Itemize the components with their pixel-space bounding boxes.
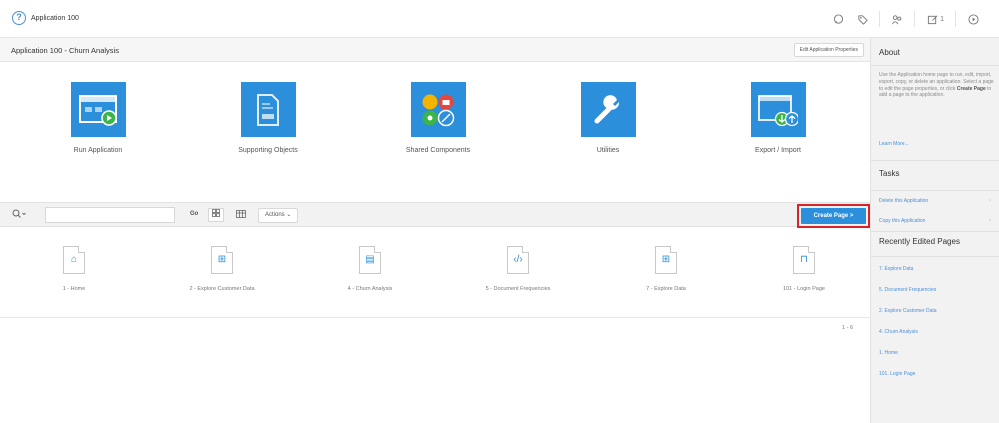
tile-label: Utilities bbox=[596, 147, 620, 154]
actions-label: Actions bbox=[265, 212, 285, 218]
page-item[interactable]: ⌂ 1 - Home bbox=[4, 246, 144, 292]
page-document-icon: ▤ bbox=[359, 246, 381, 274]
chart-icon: ▤ bbox=[365, 254, 375, 265]
about-text: Use the Application home page to run, ed… bbox=[879, 72, 997, 99]
app-badge[interactable]: ? Application 100 bbox=[12, 10, 79, 26]
about-heading: About bbox=[879, 48, 900, 57]
right-sidebar: About Use the Application home page to r… bbox=[870, 38, 999, 423]
create-page-highlight: Create Page > bbox=[797, 204, 870, 228]
divider bbox=[914, 11, 916, 27]
page-label: 7 - Explore Data bbox=[646, 286, 686, 292]
tile-shared-components[interactable]: Shared Components bbox=[378, 82, 498, 154]
divider bbox=[955, 11, 956, 27]
page-label: 5 - Document Frequencies bbox=[485, 286, 551, 292]
recent-pages-heading: Recently Edited Pages bbox=[879, 237, 960, 246]
page-item[interactable]: ⊞ 7 - Explore Data bbox=[596, 246, 736, 292]
wrench-icon bbox=[580, 82, 636, 137]
tag-icon[interactable] bbox=[850, 10, 874, 28]
window-play-icon bbox=[70, 82, 126, 137]
search-input[interactable] bbox=[45, 207, 175, 223]
code-icon: ‹/› bbox=[513, 254, 523, 265]
divider bbox=[871, 256, 999, 257]
grid-icon: ⊞ bbox=[217, 254, 227, 265]
page-item[interactable]: ‹/› 5 - Document Frequencies bbox=[448, 246, 588, 292]
home-icon: ⌂ bbox=[70, 254, 78, 265]
task-copy-application[interactable]: Copy this Application › bbox=[879, 218, 991, 224]
tile-supporting-objects[interactable]: Supporting Objects bbox=[208, 82, 328, 154]
page-document-icon: ‹/› bbox=[507, 246, 529, 274]
pagination-range: 1 - 6 bbox=[842, 325, 854, 331]
chevron-down-icon: ⌄ bbox=[286, 212, 292, 218]
recent-page-link[interactable]: 101. Login Page bbox=[879, 371, 915, 377]
search-icon[interactable] bbox=[12, 209, 27, 221]
grid-icon: ⊞ bbox=[661, 254, 671, 265]
page-document-icon: ⊓ bbox=[793, 246, 815, 274]
team-icon[interactable] bbox=[885, 10, 909, 28]
tile-label: Supporting Objects bbox=[238, 147, 298, 154]
recent-page-link[interactable]: 1. Home bbox=[879, 350, 898, 356]
question-icon: ? bbox=[12, 11, 26, 25]
export-import-icon bbox=[750, 82, 806, 137]
tile-run-application[interactable]: Run Application bbox=[38, 82, 158, 154]
divider bbox=[871, 65, 999, 66]
divider bbox=[871, 160, 999, 161]
edit-application-properties-button[interactable]: Edit Application Properties bbox=[793, 43, 864, 57]
recent-page-link[interactable]: 4. Churn Analysis bbox=[879, 329, 918, 335]
chevron-right-icon: › bbox=[989, 218, 991, 224]
page-label: 4 - Churn Analysis bbox=[347, 286, 393, 292]
chevron-right-icon: › bbox=[989, 198, 991, 204]
recent-page-link[interactable]: 5. Document Frequencies bbox=[879, 287, 936, 293]
divider bbox=[871, 190, 999, 191]
divider bbox=[871, 231, 999, 232]
tile-utilities[interactable]: Utilities bbox=[548, 82, 668, 154]
comment-icon[interactable] bbox=[826, 10, 850, 28]
task-label: Copy this Application bbox=[879, 218, 926, 224]
application-tiles: Run Application Supporting Objects Share bbox=[0, 82, 870, 182]
page-item[interactable]: ▤ 4 - Churn Analysis bbox=[300, 246, 440, 292]
actions-menu-button[interactable]: Actions ⌄ bbox=[258, 208, 299, 223]
page-document-icon: ⊞ bbox=[655, 246, 677, 274]
document-sql-icon bbox=[240, 82, 296, 137]
edit-count: 1 bbox=[940, 15, 944, 23]
tile-label: Export / Import bbox=[755, 147, 801, 154]
pages-toolbar: Go Actions ⌄ Create Page > bbox=[0, 202, 870, 228]
recent-page-link[interactable]: 2. Explore Customer Data bbox=[879, 308, 937, 314]
task-delete-application[interactable]: Delete this Application › bbox=[879, 198, 991, 204]
page-document-icon: ⊞ bbox=[211, 246, 233, 274]
lock-icon: ⊓ bbox=[800, 254, 808, 265]
report-view-icon[interactable] bbox=[236, 210, 246, 220]
page-label: 101 - Login Page bbox=[783, 286, 825, 292]
region-header: Application 100 - Churn Analysis Edit Ap… bbox=[0, 38, 870, 62]
play-icon[interactable] bbox=[961, 10, 985, 28]
tile-export-import[interactable]: Export / Import bbox=[718, 82, 838, 154]
top-bar: ? Application 100 1 bbox=[0, 0, 999, 38]
create-page-button[interactable]: Create Page > bbox=[801, 208, 866, 224]
pages-icon-list: ⌂ 1 - Home ⊞ 2 - Explore Customer Data ▤… bbox=[0, 238, 870, 318]
page-item[interactable]: ⊞ 2 - Explore Customer Data bbox=[152, 246, 292, 292]
shared-components-icon bbox=[410, 82, 466, 137]
recent-page-link[interactable]: 7. Explore Data bbox=[879, 266, 913, 272]
icon-view-icon[interactable] bbox=[208, 208, 224, 222]
page-label: 2 - Explore Customer Data bbox=[189, 286, 255, 292]
page-title: Application 100 - Churn Analysis bbox=[11, 46, 119, 55]
page-document-icon: ⌂ bbox=[63, 246, 85, 274]
about-text-bold: Create Page bbox=[956, 85, 986, 92]
app-title: Application 100 bbox=[31, 14, 79, 22]
page-label: 1 - Home bbox=[62, 286, 86, 292]
tile-label: Run Application bbox=[73, 147, 123, 154]
divider bbox=[879, 11, 881, 27]
top-icons: 1 bbox=[826, 10, 985, 28]
task-label: Delete this Application bbox=[879, 198, 929, 204]
learn-more-link[interactable]: Learn More... bbox=[879, 141, 909, 147]
tile-label: Shared Components bbox=[405, 147, 471, 154]
tasks-heading: Tasks bbox=[879, 169, 900, 178]
go-button[interactable]: Go bbox=[190, 211, 198, 217]
page-item[interactable]: ⊓ 101 - Login Page bbox=[734, 246, 874, 292]
